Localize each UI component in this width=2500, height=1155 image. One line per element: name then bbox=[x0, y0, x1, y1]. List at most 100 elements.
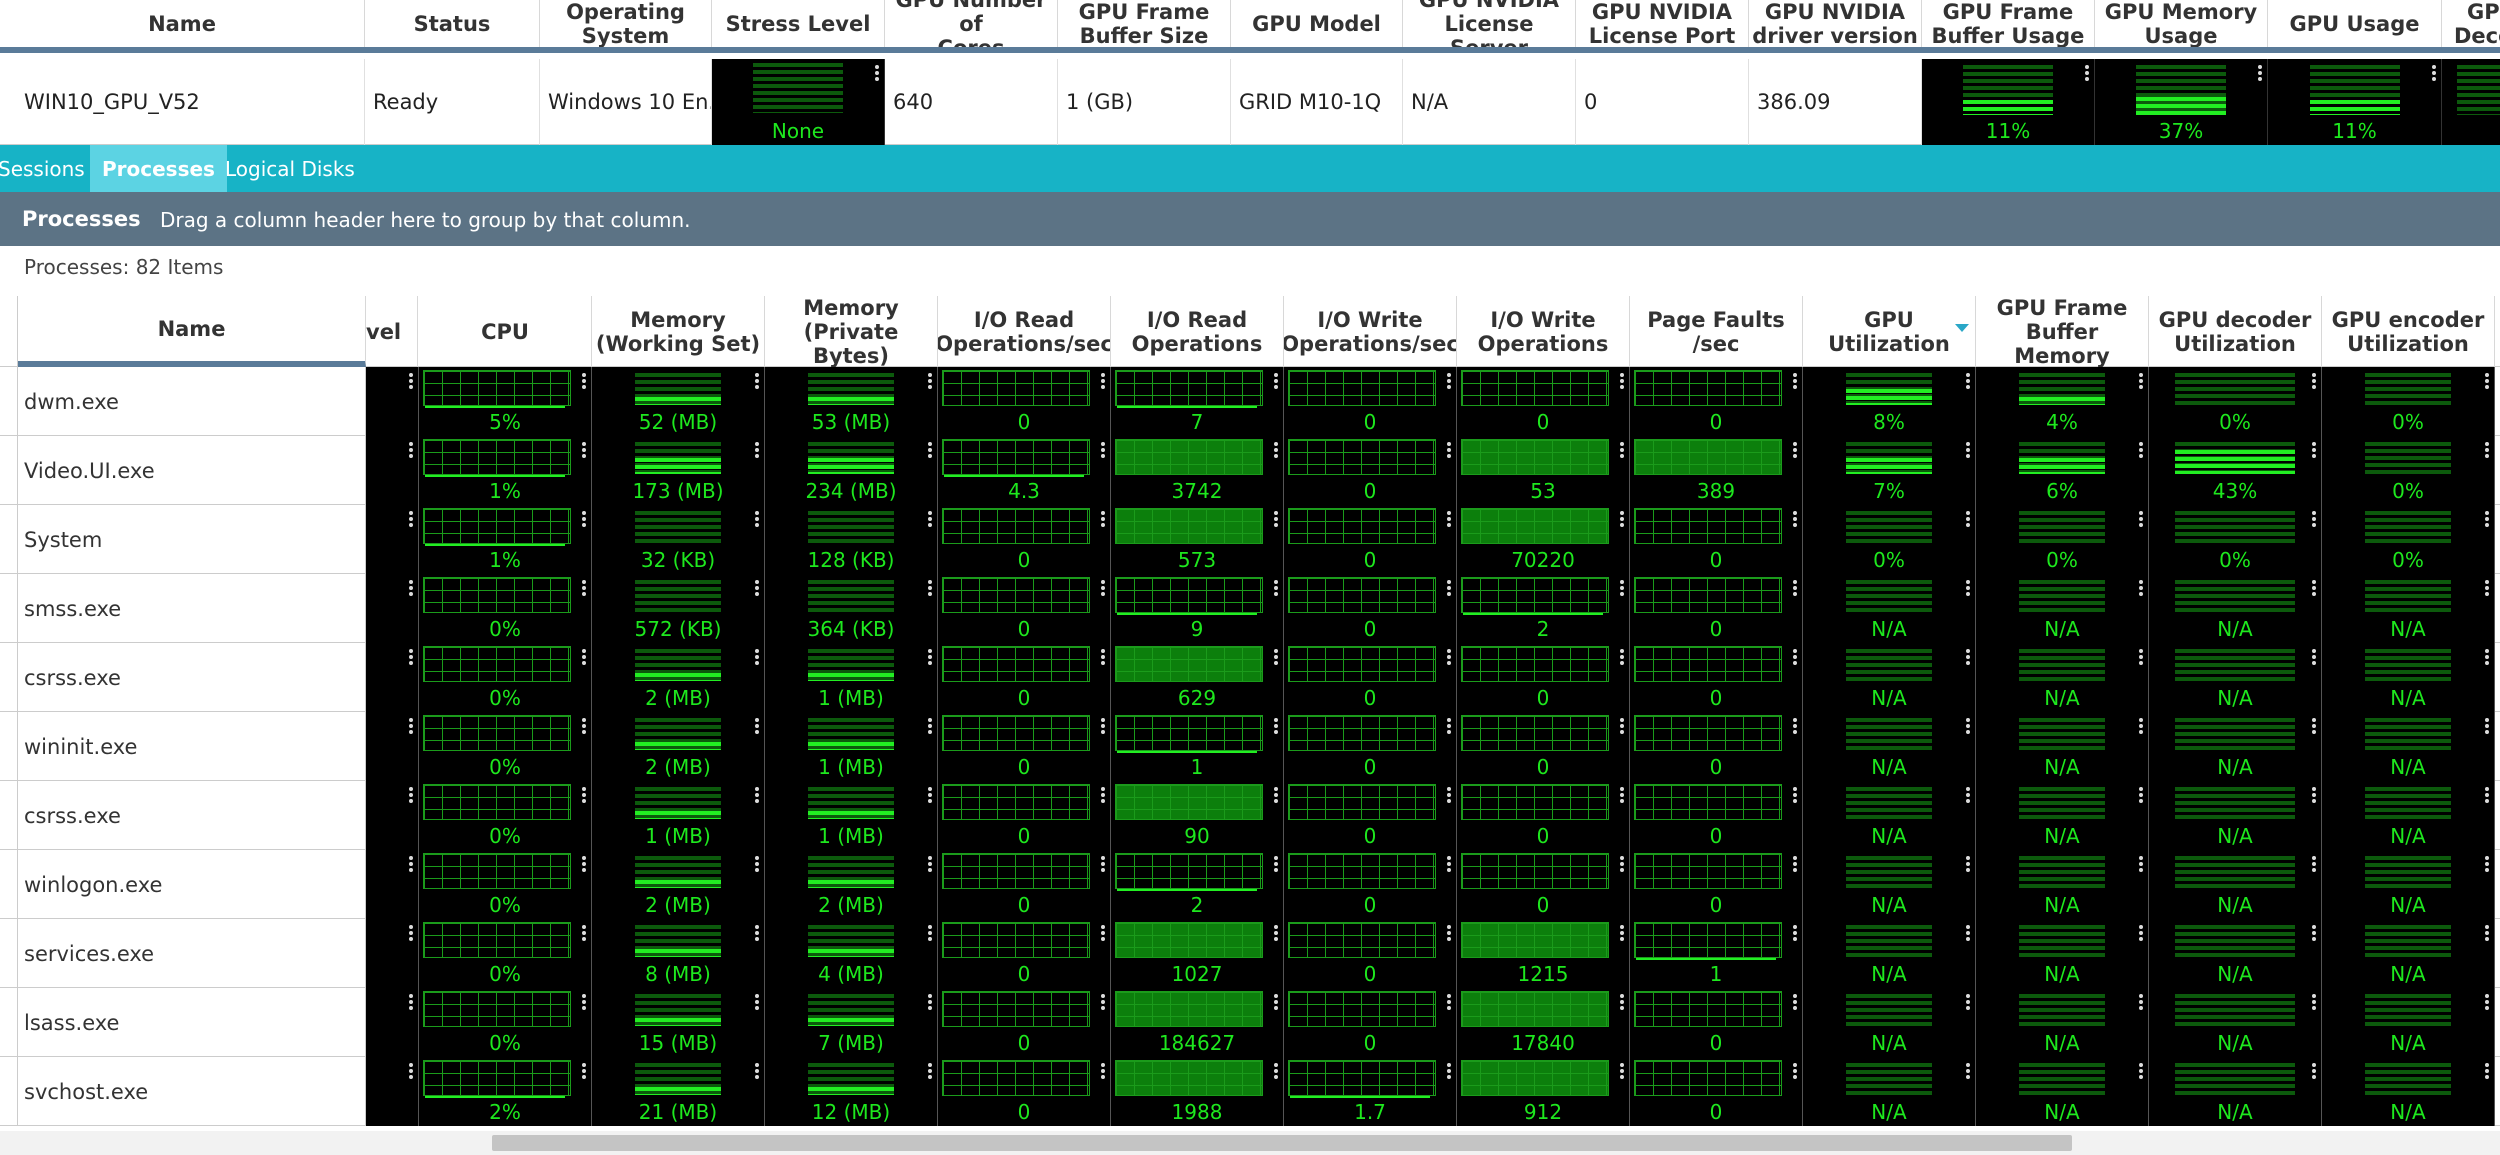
col-header-name[interactable]: Name bbox=[0, 0, 365, 47]
more-icon[interactable] bbox=[2312, 925, 2316, 941]
more-icon[interactable] bbox=[1447, 1063, 1451, 1079]
more-icon[interactable] bbox=[2139, 718, 2143, 734]
more-icon[interactable] bbox=[2485, 925, 2489, 941]
more-icon[interactable] bbox=[755, 718, 759, 734]
more-icon[interactable] bbox=[2312, 442, 2316, 458]
more-icon[interactable] bbox=[2485, 1063, 2489, 1079]
more-icon[interactable] bbox=[1101, 994, 1105, 1010]
more-icon[interactable] bbox=[755, 787, 759, 803]
sort-descending-icon[interactable] bbox=[1955, 324, 1969, 332]
more-icon[interactable] bbox=[1274, 373, 1278, 389]
more-icon[interactable] bbox=[409, 580, 413, 596]
row-indicator[interactable] bbox=[0, 436, 18, 504]
more-icon[interactable] bbox=[1447, 442, 1451, 458]
col-header-cpu[interactable]: CPU bbox=[419, 296, 592, 367]
more-icon[interactable] bbox=[2312, 580, 2316, 596]
more-icon[interactable] bbox=[1447, 925, 1451, 941]
tab-sessions[interactable]: Sessions bbox=[0, 145, 97, 192]
more-icon[interactable] bbox=[409, 925, 413, 941]
col-header-gpu-cores[interactable]: GPU Number of Cores bbox=[885, 0, 1058, 47]
more-icon[interactable] bbox=[928, 511, 932, 527]
more-icon[interactable] bbox=[1274, 511, 1278, 527]
more-icon[interactable] bbox=[928, 442, 932, 458]
more-icon[interactable] bbox=[1274, 442, 1278, 458]
more-icon[interactable] bbox=[2485, 994, 2489, 1010]
more-icon[interactable] bbox=[1793, 1063, 1797, 1079]
col-header-status[interactable]: Status bbox=[365, 0, 540, 47]
more-icon[interactable] bbox=[1620, 718, 1624, 734]
more-icon[interactable] bbox=[2312, 1063, 2316, 1079]
col-header-driver[interactable]: GPU NVIDIA driver version bbox=[1749, 0, 1922, 47]
more-icon[interactable] bbox=[582, 856, 586, 872]
more-icon[interactable] bbox=[2485, 649, 2489, 665]
col-header-io-write-ops-sec[interactable]: I/O Write Operations/sec bbox=[1284, 296, 1457, 367]
more-icon[interactable] bbox=[1966, 1063, 1970, 1079]
more-icon[interactable] bbox=[1447, 649, 1451, 665]
more-icon[interactable] bbox=[2485, 580, 2489, 596]
col-header-memory-private-bytes[interactable]: Memory (Private Bytes) bbox=[765, 296, 938, 367]
more-icon[interactable] bbox=[2432, 65, 2436, 81]
more-icon[interactable] bbox=[2312, 373, 2316, 389]
more-icon[interactable] bbox=[2085, 65, 2089, 81]
more-icon[interactable] bbox=[2485, 718, 2489, 734]
more-icon[interactable] bbox=[1966, 787, 1970, 803]
table-row[interactable]: lsass.exe 0% 15 (MB) 7 (MB) 0 184627 0 17840 0 N/… bbox=[0, 988, 2500, 1057]
more-icon[interactable] bbox=[1101, 511, 1105, 527]
more-icon[interactable] bbox=[2312, 649, 2316, 665]
row-indicator[interactable] bbox=[0, 712, 18, 780]
more-icon[interactable] bbox=[1447, 580, 1451, 596]
more-icon[interactable] bbox=[1966, 994, 1970, 1010]
more-icon[interactable] bbox=[1793, 925, 1797, 941]
more-icon[interactable] bbox=[928, 373, 932, 389]
more-icon[interactable] bbox=[928, 718, 932, 734]
more-icon[interactable] bbox=[928, 925, 932, 941]
more-icon[interactable] bbox=[755, 511, 759, 527]
col-header-process-name[interactable]: Name bbox=[18, 296, 366, 367]
more-icon[interactable] bbox=[582, 373, 586, 389]
more-icon[interactable] bbox=[928, 856, 932, 872]
more-icon[interactable] bbox=[1793, 994, 1797, 1010]
more-icon[interactable] bbox=[2139, 511, 2143, 527]
more-icon[interactable] bbox=[582, 994, 586, 1010]
more-icon[interactable] bbox=[2485, 787, 2489, 803]
group-by-bar[interactable]: Processes Drag a column header here to g… bbox=[0, 192, 2500, 246]
row-indicator[interactable] bbox=[0, 643, 18, 711]
more-icon[interactable] bbox=[1447, 373, 1451, 389]
more-icon[interactable] bbox=[2312, 718, 2316, 734]
more-icon[interactable] bbox=[1274, 787, 1278, 803]
more-icon[interactable] bbox=[1447, 511, 1451, 527]
machine-row[interactable]: WIN10_GPU_V52 Ready Windows 10 En... Non… bbox=[0, 59, 2500, 145]
more-icon[interactable] bbox=[1620, 649, 1624, 665]
more-icon[interactable] bbox=[1793, 649, 1797, 665]
col-header-gpu-model[interactable]: GPU Model bbox=[1231, 0, 1403, 47]
col-header-license-port[interactable]: GPU NVIDIA License Port bbox=[1576, 0, 1749, 47]
more-icon[interactable] bbox=[1101, 580, 1105, 596]
more-icon[interactable] bbox=[582, 649, 586, 665]
more-icon[interactable] bbox=[1620, 1063, 1624, 1079]
col-header-gpu-usage[interactable]: GPU Usage bbox=[2268, 0, 2442, 47]
more-icon[interactable] bbox=[755, 373, 759, 389]
more-icon[interactable] bbox=[1966, 442, 1970, 458]
col-header-gpu-fb-memory[interactable]: GPU Frame Buffer Memory bbox=[1976, 296, 2149, 367]
col-header-gpu-utilization[interactable]: GPU Utilization bbox=[1803, 296, 1976, 367]
more-icon[interactable] bbox=[1620, 994, 1624, 1010]
scrollbar-thumb[interactable] bbox=[492, 1135, 2072, 1151]
more-icon[interactable] bbox=[1966, 925, 1970, 941]
more-icon[interactable] bbox=[1966, 649, 1970, 665]
more-icon[interactable] bbox=[409, 718, 413, 734]
col-header-gpu-decoder[interactable]: GPU decoder Utilization bbox=[2149, 296, 2322, 367]
more-icon[interactable] bbox=[2312, 511, 2316, 527]
more-icon[interactable] bbox=[1620, 856, 1624, 872]
table-row[interactable]: Video.UI.exe 1% 173 (MB) 234 (MB) 4.3 3742 0 53… bbox=[0, 436, 2500, 505]
more-icon[interactable] bbox=[755, 925, 759, 941]
more-icon[interactable] bbox=[582, 718, 586, 734]
table-row[interactable]: winlogon.exe 0% 2 (MB) 2 (MB) 0 2 0 0 0 N/A N/A N/A… bbox=[0, 850, 2500, 919]
row-indicator[interactable] bbox=[0, 574, 18, 642]
more-icon[interactable] bbox=[928, 580, 932, 596]
more-icon[interactable] bbox=[1101, 925, 1105, 941]
col-header-memory-working-set[interactable]: Memory (Working Set) bbox=[592, 296, 765, 367]
col-header-gpu-decoder[interactable]: GP Deco bbox=[2442, 0, 2500, 47]
more-icon[interactable] bbox=[2139, 649, 2143, 665]
more-icon[interactable] bbox=[409, 994, 413, 1010]
more-icon[interactable] bbox=[582, 580, 586, 596]
